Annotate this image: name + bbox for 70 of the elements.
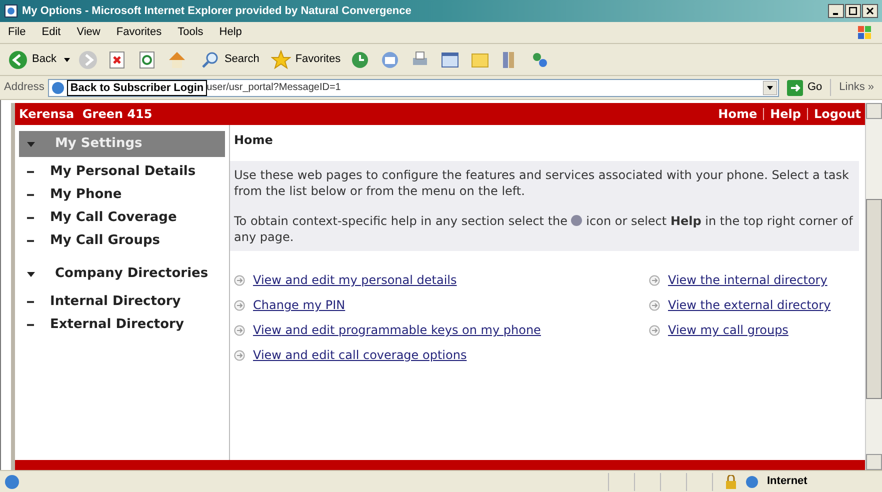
arrow-circle-icon — [234, 300, 245, 311]
links-button[interactable]: Links » — [830, 79, 878, 96]
page-icon — [51, 80, 66, 94]
dash-icon — [27, 217, 34, 219]
dash-icon — [27, 324, 34, 326]
intro-text: Use these web pages to configure the features and services associated with your phone. Select a task from the list below or from the menu on the left. — [234, 167, 850, 199]
help-icon — [571, 215, 582, 226]
menu-item[interactable]: Favorites — [116, 24, 162, 41]
windows-logo-icon — [856, 24, 874, 42]
dropdown-caret-icon[interactable] — [64, 58, 70, 62]
sidebar-item[interactable]: My Phone — [50, 186, 122, 203]
star-icon — [271, 50, 292, 70]
dash-icon — [27, 240, 34, 242]
dropdown-caret-icon[interactable] — [763, 80, 778, 94]
menu-item[interactable]: Tools — [178, 24, 204, 41]
tooltip: Back to Subscriber Login — [67, 80, 207, 96]
menu-item[interactable]: Help — [219, 24, 242, 41]
scrollbar[interactable] — [865, 103, 882, 470]
maximize-icon — [849, 7, 857, 15]
sidebar-item[interactable]: My Call Groups — [50, 232, 160, 249]
search-icon — [200, 50, 220, 70]
task-link[interactable]: View and edit my personal details — [253, 273, 457, 288]
user-name: Kerensa Green 415 — [19, 106, 152, 123]
sidebar-section[interactable]: Company Directories — [19, 261, 225, 287]
header-link[interactable]: Logout — [814, 105, 861, 123]
arrow-circle-icon — [649, 300, 660, 311]
maximize-button[interactable] — [845, 4, 861, 18]
arrow-circle-icon — [649, 325, 660, 336]
caret-icon — [27, 270, 35, 278]
sidebar-item[interactable]: My Call Coverage — [50, 209, 177, 226]
task-link[interactable]: View and edit programmable keys on my phone — [253, 323, 541, 338]
page-title: Home — [233, 132, 274, 149]
lock-icon — [725, 474, 737, 488]
close-button[interactable] — [862, 4, 878, 18]
arrow-circle-icon — [234, 325, 245, 336]
sidebar-item[interactable]: Internal Directory — [50, 293, 181, 310]
menu-item[interactable]: File — [8, 24, 26, 41]
dash-icon — [27, 301, 34, 303]
minimize-button[interactable] — [828, 4, 844, 18]
task-link[interactable]: View the external directory — [668, 298, 831, 313]
task-link[interactable]: View the internal directory — [668, 273, 828, 288]
close-icon — [866, 7, 874, 15]
header-link[interactable]: Home — [718, 105, 758, 123]
favorites-button[interactable]: Favorites — [271, 50, 341, 70]
header-link[interactable]: Help — [770, 105, 801, 123]
task-link[interactable]: View and edit call coverage options — [253, 348, 467, 363]
arrow-circle-icon — [649, 275, 660, 286]
address-label: Address — [4, 80, 44, 96]
sidebar-item[interactable]: My Personal Details — [50, 163, 196, 180]
address-field[interactable]: Back to Subscriber Login user/usr_portal?MessageID=1 — [48, 78, 780, 96]
arrow-circle-icon — [234, 275, 245, 286]
dash-icon — [27, 194, 34, 196]
menu-item[interactable]: Edit — [42, 24, 61, 41]
help-text: To obtain context-specific help in any section select the icon or select Help in the top right corner of any page. — [234, 213, 854, 245]
globe-icon — [745, 474, 759, 488]
window-title: My Options - Microsoft Internet Explorer provided by Natural Convergence — [22, 4, 412, 19]
address-url: user/usr_portal?MessageID=1 — [206, 81, 341, 95]
search-button[interactable]: Search — [200, 50, 260, 70]
ie-page-icon — [4, 474, 20, 490]
back-button[interactable]: Back — [8, 50, 56, 70]
task-link[interactable]: Change my PIN — [253, 298, 346, 313]
ie-page-icon — [4, 4, 18, 18]
arrow-circle-icon — [234, 350, 245, 361]
zone-label: Internet — [767, 474, 808, 490]
task-link[interactable]: View my call groups — [668, 323, 788, 338]
go-button[interactable]: Go — [783, 79, 826, 96]
caret-icon — [27, 140, 35, 148]
menu-item[interactable]: View — [76, 24, 100, 41]
dash-icon — [27, 171, 34, 173]
sidebar-item[interactable]: External Directory — [50, 316, 184, 333]
